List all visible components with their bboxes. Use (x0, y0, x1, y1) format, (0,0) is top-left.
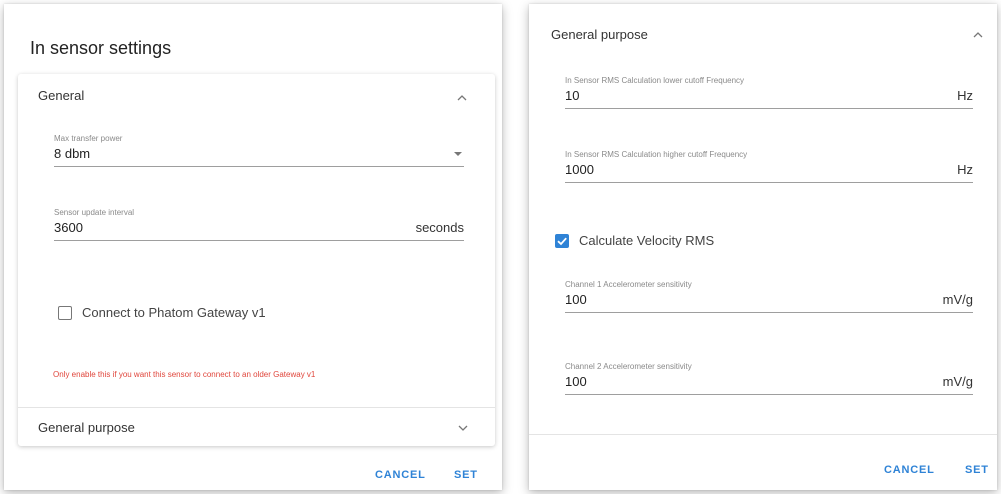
cancel-button[interactable]: CANCEL (884, 464, 935, 476)
general-purpose-dialog: General purpose In Sensor RMS Calculatio… (529, 4, 997, 490)
general-panel: General Max transfer power 8 dbm Sensor … (18, 74, 495, 446)
channel2-sensitivity-label: Channel 2 Accelerometer sensitivity (565, 362, 692, 371)
channel2-sensitivity-value[interactable]: 100 (565, 374, 587, 389)
general-panel-title: General (38, 88, 85, 103)
calculate-velocity-rms-checkbox[interactable] (555, 234, 569, 248)
sensor-update-interval-value[interactable]: 3600 (54, 220, 83, 235)
channel1-sensitivity-value[interactable]: 100 (565, 292, 587, 307)
chevron-down-icon[interactable] (456, 421, 470, 435)
connect-gateway-checkbox[interactable] (58, 306, 72, 320)
max-transfer-power-label: Max transfer power (54, 134, 123, 143)
higher-cutoff-frequency-unit: Hz (957, 162, 973, 177)
channel2-sensitivity-unit: mV/g (942, 374, 973, 389)
footer-divider (529, 434, 997, 435)
lower-cutoff-frequency-unit: Hz (957, 88, 973, 103)
connect-gateway-label[interactable]: Connect to Phatom Gateway v1 (82, 305, 266, 320)
field-underline (565, 182, 973, 183)
calculate-velocity-rms-label[interactable]: Calculate Velocity RMS (579, 233, 714, 248)
set-button[interactable]: SET (965, 464, 989, 476)
set-button[interactable]: SET (454, 469, 478, 481)
checkmark-icon (557, 237, 567, 246)
higher-cutoff-frequency-field[interactable]: In Sensor RMS Calculation higher cutoff … (565, 150, 973, 186)
max-transfer-power-select[interactable]: Max transfer power 8 dbm (54, 134, 464, 170)
lower-cutoff-frequency-value[interactable]: 10 (565, 88, 579, 103)
channel1-sensitivity-field[interactable]: Channel 1 Accelerometer sensitivity 100 … (565, 280, 973, 316)
cancel-button[interactable]: CANCEL (375, 469, 426, 481)
chevron-up-icon[interactable] (971, 28, 985, 42)
channel2-sensitivity-field[interactable]: Channel 2 Accelerometer sensitivity 100 … (565, 362, 973, 398)
in-sensor-settings-dialog: In sensor settings General Max transfer … (4, 4, 502, 490)
max-transfer-power-value: 8 dbm (54, 146, 91, 161)
field-underline (565, 312, 973, 313)
general-purpose-panel-header[interactable]: General purpose (529, 4, 997, 60)
general-purpose-panel-header[interactable]: General purpose (18, 408, 495, 446)
field-underline (565, 394, 973, 395)
sensor-update-interval-label: Sensor update interval (54, 208, 135, 217)
sensor-update-interval-unit: seconds (415, 220, 464, 235)
higher-cutoff-frequency-label: In Sensor RMS Calculation higher cutoff … (565, 150, 748, 159)
higher-cutoff-frequency-value[interactable]: 1000 (565, 162, 594, 177)
sensor-update-interval-field[interactable]: Sensor update interval 3600 seconds (54, 208, 464, 244)
field-underline (54, 166, 464, 167)
channel1-sensitivity-unit: mV/g (942, 292, 973, 307)
dialog-title: In sensor settings (30, 38, 172, 58)
channel1-sensitivity-label: Channel 1 Accelerometer sensitivity (565, 280, 692, 289)
gateway-warning-text: Only enable this if you want this sensor… (53, 370, 316, 379)
general-purpose-title: General purpose (38, 420, 135, 435)
general-panel-header[interactable]: General (18, 74, 495, 118)
lower-cutoff-frequency-label: In Sensor RMS Calculation lower cutoff F… (565, 76, 745, 85)
dropdown-caret-icon[interactable] (454, 152, 462, 156)
lower-cutoff-frequency-field[interactable]: In Sensor RMS Calculation lower cutoff F… (565, 76, 973, 112)
field-underline (565, 108, 973, 109)
general-purpose-title: General purpose (551, 27, 648, 42)
field-underline (54, 240, 464, 241)
chevron-up-icon[interactable] (455, 91, 469, 105)
